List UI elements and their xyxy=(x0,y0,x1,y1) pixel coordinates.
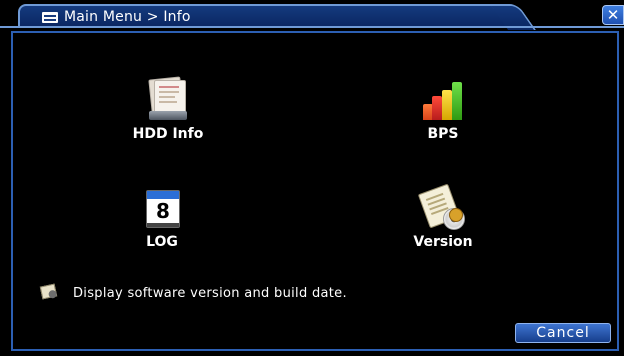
log-label: LOG xyxy=(146,234,178,250)
calendar-number: 8 xyxy=(156,199,170,223)
status-hint-text: Display software version and build date. xyxy=(73,286,347,301)
calendar-log-icon: 8 xyxy=(142,186,182,230)
note-icon xyxy=(39,283,58,300)
version-label: Version xyxy=(413,234,473,250)
menu-list-icon xyxy=(42,12,58,23)
hdd-info-label: HDD Info xyxy=(132,126,204,142)
close-button[interactable]: ✕ xyxy=(602,5,624,25)
title-divider xyxy=(0,26,624,28)
window-title: Main Menu > Info xyxy=(64,9,191,25)
menu-item-log[interactable]: 8 LOG xyxy=(102,186,222,252)
menu-item-hdd-info[interactable]: HDD Info xyxy=(108,76,228,144)
menu-item-bps[interactable]: BPS xyxy=(383,78,503,144)
menu-item-version[interactable]: Version xyxy=(383,183,503,252)
info-dialog: Main Menu > Info ✕ HDD Info BPS 8 LOG Ve… xyxy=(0,0,624,356)
version-cd-icon xyxy=(417,183,465,230)
title-bar: Main Menu > Info xyxy=(18,4,518,28)
cancel-button[interactable]: Cancel xyxy=(515,323,611,343)
bps-label: BPS xyxy=(427,126,459,142)
bps-bars-icon xyxy=(423,78,463,122)
hdd-icon xyxy=(148,76,188,122)
